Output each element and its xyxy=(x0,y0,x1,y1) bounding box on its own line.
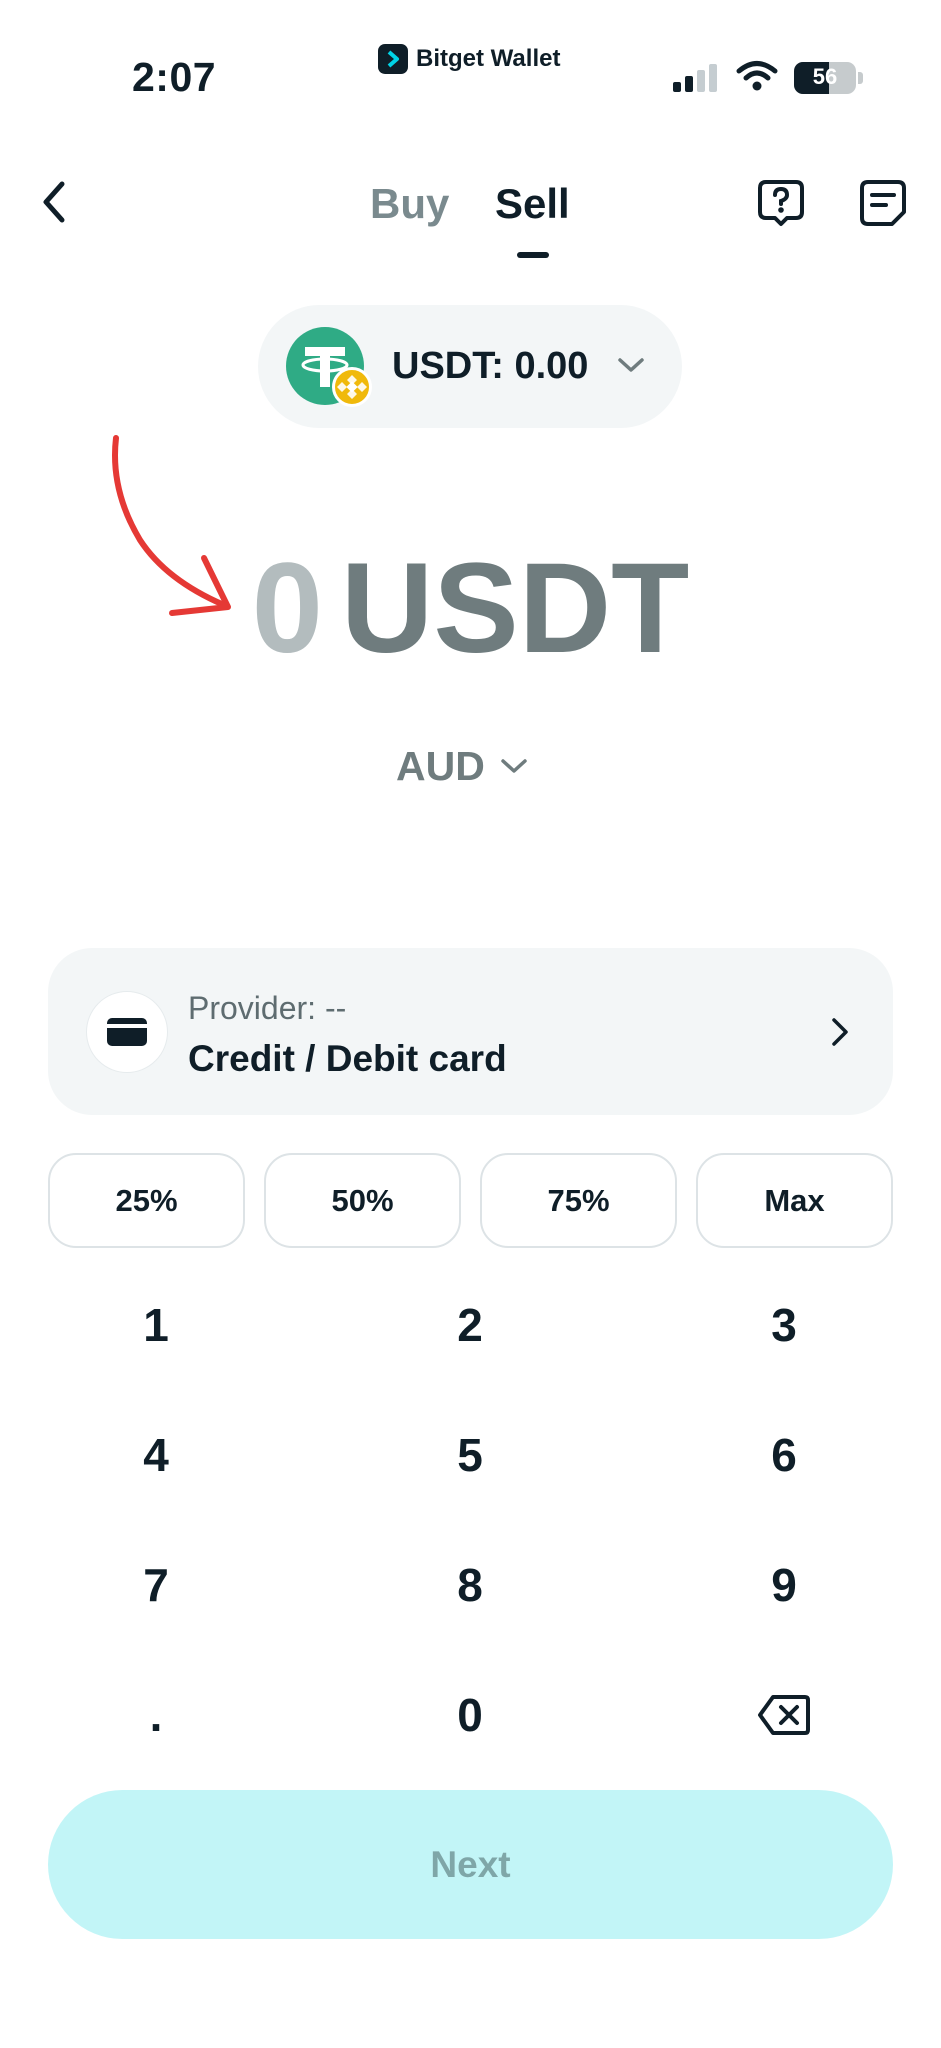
amount-value: 0 xyxy=(251,537,323,680)
bnb-chain-icon xyxy=(332,367,372,407)
key-6[interactable]: 6 xyxy=(684,1400,884,1510)
app-badge: Bitget Wallet xyxy=(378,44,560,74)
status-time: 2:07 xyxy=(132,54,217,100)
backspace-icon xyxy=(758,1695,810,1735)
backspace-key[interactable] xyxy=(684,1660,884,1770)
bitget-logo-icon xyxy=(378,44,408,74)
active-tab-indicator xyxy=(517,252,549,258)
key-decimal[interactable]: . xyxy=(56,1660,256,1770)
key-9[interactable]: 9 xyxy=(684,1530,884,1640)
percent-50-button[interactable]: 50% xyxy=(264,1153,461,1248)
battery-icon: 56 xyxy=(794,62,856,94)
percent-75-button[interactable]: 75% xyxy=(480,1153,677,1248)
orders-button[interactable] xyxy=(858,178,908,228)
key-0[interactable]: 0 xyxy=(370,1660,570,1770)
help-question-icon xyxy=(758,180,804,226)
tab-sell[interactable]: Sell xyxy=(495,180,570,228)
wallet-card-icon xyxy=(86,991,168,1073)
tab-buy[interactable]: Buy xyxy=(370,180,449,228)
token-balance: USDT: 0.00 xyxy=(392,345,589,387)
key-1[interactable]: 1 xyxy=(56,1270,256,1380)
wifi-icon xyxy=(736,61,778,91)
next-button[interactable]: Next xyxy=(48,1790,893,1939)
battery-level: 56 xyxy=(812,64,838,89)
chevron-down-icon xyxy=(501,759,527,773)
battery-nub xyxy=(858,72,863,84)
key-4[interactable]: 4 xyxy=(56,1400,256,1510)
key-8[interactable]: 8 xyxy=(370,1530,570,1640)
key-5[interactable]: 5 xyxy=(370,1400,570,1510)
numeric-keypad: 1 2 3 4 5 6 7 8 9 . 0 xyxy=(0,1270,941,1790)
payment-provider-card[interactable]: Provider: -- Credit / Debit card xyxy=(48,948,893,1115)
chevron-right-icon xyxy=(832,1018,848,1046)
key-2[interactable]: 2 xyxy=(370,1270,570,1380)
chevron-down-icon xyxy=(618,358,644,372)
app-badge-label: Bitget Wallet xyxy=(416,45,561,72)
amount-unit: USDT xyxy=(340,537,690,680)
payment-method-label: Credit / Debit card xyxy=(188,1038,507,1079)
order-list-icon xyxy=(860,180,906,226)
sell-crypto-screen: 2:07 Bitget Wallet 56 Buy Sell USDT: 0.0… xyxy=(0,0,941,2048)
status-bar: 2:07 Bitget Wallet 56 xyxy=(0,0,941,120)
percent-button-row: 25% 50% 75% Max xyxy=(48,1153,893,1248)
amount-display: 0 USDT xyxy=(0,545,941,673)
key-7[interactable]: 7 xyxy=(56,1530,256,1640)
provider-caption: Provider: -- xyxy=(188,990,347,1026)
fiat-currency-code: AUD xyxy=(396,742,485,789)
token-selector[interactable]: USDT: 0.00 xyxy=(258,305,682,428)
fiat-currency-selector[interactable]: AUD xyxy=(396,738,529,794)
max-button[interactable]: Max xyxy=(696,1153,893,1248)
cellular-signal-icon xyxy=(673,64,717,92)
key-3[interactable]: 3 xyxy=(684,1270,884,1380)
help-button[interactable] xyxy=(756,178,806,228)
percent-25-button[interactable]: 25% xyxy=(48,1153,245,1248)
